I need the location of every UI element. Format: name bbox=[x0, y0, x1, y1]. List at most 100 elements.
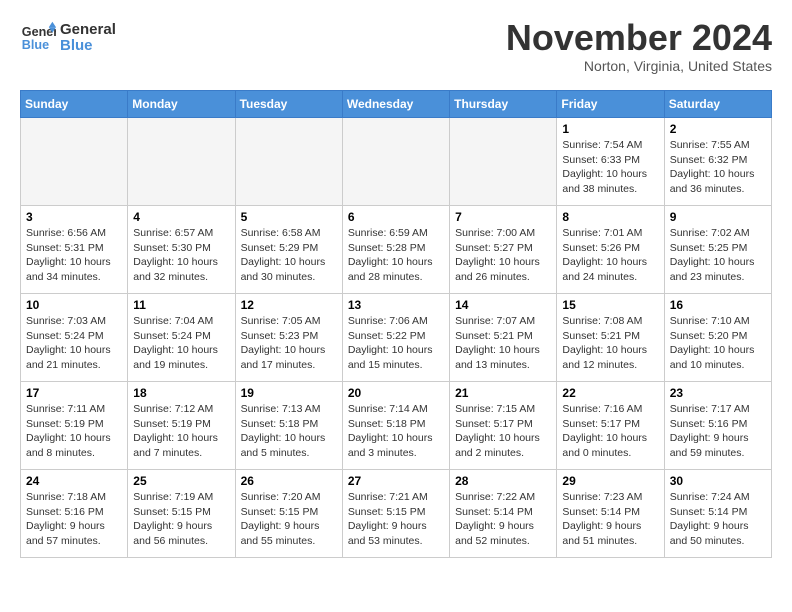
header-saturday: Saturday bbox=[664, 91, 771, 118]
day-info-w1-d3: Sunrise: 6:59 AM Sunset: 5:28 PM Dayligh… bbox=[348, 226, 444, 285]
page: General Blue General Blue November 2024 … bbox=[0, 0, 792, 568]
day-info-w3-d0: Sunrise: 7:11 AM Sunset: 5:19 PM Dayligh… bbox=[26, 402, 122, 461]
day-info-w4-d0: Sunrise: 7:18 AM Sunset: 5:16 PM Dayligh… bbox=[26, 490, 122, 549]
day-number-w4-d2: 26 bbox=[241, 474, 337, 488]
logo: General Blue General Blue bbox=[20, 20, 116, 56]
title-area: November 2024 Norton, Virginia, United S… bbox=[506, 20, 772, 74]
day-info-w3-d1: Sunrise: 7:12 AM Sunset: 5:19 PM Dayligh… bbox=[133, 402, 229, 461]
day-number-w3-d6: 23 bbox=[670, 386, 766, 400]
day-info-w2-d4: Sunrise: 7:07 AM Sunset: 5:21 PM Dayligh… bbox=[455, 314, 551, 373]
day-info-w3-d2: Sunrise: 7:13 AM Sunset: 5:18 PM Dayligh… bbox=[241, 402, 337, 461]
calendar-cell-w2-d0: 10 Sunrise: 7:03 AM Sunset: 5:24 PM Dayli… bbox=[21, 294, 128, 382]
day-info-w3-d6: Sunrise: 7:17 AM Sunset: 5:16 PM Dayligh… bbox=[670, 402, 766, 461]
day-number-w4-d3: 27 bbox=[348, 474, 444, 488]
calendar-cell-w3-d5: 22 Sunrise: 7:16 AM Sunset: 5:17 PM Dayli… bbox=[557, 382, 664, 470]
calendar-cell-w3-d6: 23 Sunrise: 7:17 AM Sunset: 5:16 PM Dayli… bbox=[664, 382, 771, 470]
day-info-w2-d0: Sunrise: 7:03 AM Sunset: 5:24 PM Dayligh… bbox=[26, 314, 122, 373]
day-number-w2-d4: 14 bbox=[455, 298, 551, 312]
calendar-cell-w4-d5: 29 Sunrise: 7:23 AM Sunset: 5:14 PM Dayli… bbox=[557, 470, 664, 558]
calendar-cell-w1-d6: 9 Sunrise: 7:02 AM Sunset: 5:25 PM Daylig… bbox=[664, 206, 771, 294]
day-number-w4-d5: 29 bbox=[562, 474, 658, 488]
day-info-w0-d5: Sunrise: 7:54 AM Sunset: 6:33 PM Dayligh… bbox=[562, 138, 658, 197]
calendar-cell-w1-d3: 6 Sunrise: 6:59 AM Sunset: 5:28 PM Daylig… bbox=[342, 206, 449, 294]
calendar-cell-w1-d5: 8Sunrise: 7:01 AM Sunset: 5:26 PM Daylig… bbox=[557, 206, 664, 294]
day-number-w1-d5: 8 bbox=[562, 210, 658, 224]
calendar-cell-w2-d2: 12Sunrise: 7:05 AM Sunset: 5:23 PM Dayli… bbox=[235, 294, 342, 382]
header-tuesday: Tuesday bbox=[235, 91, 342, 118]
day-number-w4-d6: 30 bbox=[670, 474, 766, 488]
day-number-w1-d4: 7 bbox=[455, 210, 551, 224]
day-number-w1-d3: 6 bbox=[348, 210, 444, 224]
month-title: November 2024 bbox=[506, 20, 772, 56]
day-info-w4-d3: Sunrise: 7:21 AM Sunset: 5:15 PM Dayligh… bbox=[348, 490, 444, 549]
calendar-cell-w0-d5: 1 Sunrise: 7:54 AM Sunset: 6:33 PM Daylig… bbox=[557, 118, 664, 206]
calendar-cell-w4-d6: 30 Sunrise: 7:24 AM Sunset: 5:14 PM Dayli… bbox=[664, 470, 771, 558]
day-info-w1-d1: Sunrise: 6:57 AM Sunset: 5:30 PM Dayligh… bbox=[133, 226, 229, 285]
calendar-cell-w0-d1 bbox=[128, 118, 235, 206]
calendar-cell-w0-d3 bbox=[342, 118, 449, 206]
week-row-3: 17Sunrise: 7:11 AM Sunset: 5:19 PM Dayli… bbox=[21, 382, 772, 470]
calendar-cell-w3-d4: 21 Sunrise: 7:15 AM Sunset: 5:17 PM Dayli… bbox=[450, 382, 557, 470]
week-row-0: 1 Sunrise: 7:54 AM Sunset: 6:33 PM Daylig… bbox=[21, 118, 772, 206]
calendar-cell-w4-d0: 24 Sunrise: 7:18 AM Sunset: 5:16 PM Dayli… bbox=[21, 470, 128, 558]
week-row-2: 10 Sunrise: 7:03 AM Sunset: 5:24 PM Dayli… bbox=[21, 294, 772, 382]
day-number-w3-d1: 18 bbox=[133, 386, 229, 400]
calendar-cell-w3-d0: 17Sunrise: 7:11 AM Sunset: 5:19 PM Dayli… bbox=[21, 382, 128, 470]
day-number-w3-d4: 21 bbox=[455, 386, 551, 400]
day-number-w1-d0: 3 bbox=[26, 210, 122, 224]
calendar-cell-w1-d1: 4 Sunrise: 6:57 AM Sunset: 5:30 PM Daylig… bbox=[128, 206, 235, 294]
calendar-cell-w2-d3: 13Sunrise: 7:06 AM Sunset: 5:22 PM Dayli… bbox=[342, 294, 449, 382]
calendar-cell-w2-d5: 15 Sunrise: 7:08 AM Sunset: 5:21 PM Dayli… bbox=[557, 294, 664, 382]
day-number-w2-d1: 11 bbox=[133, 298, 229, 312]
day-number-w2-d5: 15 bbox=[562, 298, 658, 312]
day-number-w2-d6: 16 bbox=[670, 298, 766, 312]
day-info-w3-d5: Sunrise: 7:16 AM Sunset: 5:17 PM Dayligh… bbox=[562, 402, 658, 461]
calendar-cell-w3-d3: 20Sunrise: 7:14 AM Sunset: 5:18 PM Dayli… bbox=[342, 382, 449, 470]
day-number-w2-d0: 10 bbox=[26, 298, 122, 312]
day-info-w1-d4: Sunrise: 7:00 AM Sunset: 5:27 PM Dayligh… bbox=[455, 226, 551, 285]
day-number-w3-d5: 22 bbox=[562, 386, 658, 400]
day-number-w0-d5: 1 bbox=[562, 122, 658, 136]
calendar-cell-w4-d3: 27 Sunrise: 7:21 AM Sunset: 5:15 PM Dayli… bbox=[342, 470, 449, 558]
calendar-cell-w0-d0 bbox=[21, 118, 128, 206]
svg-text:Blue: Blue bbox=[22, 38, 49, 52]
header-monday: Monday bbox=[128, 91, 235, 118]
logo-line1: General bbox=[60, 22, 116, 39]
day-info-w0-d6: Sunrise: 7:55 AM Sunset: 6:32 PM Dayligh… bbox=[670, 138, 766, 197]
day-number-w0-d6: 2 bbox=[670, 122, 766, 136]
day-info-w2-d1: Sunrise: 7:04 AM Sunset: 5:24 PM Dayligh… bbox=[133, 314, 229, 373]
calendar-cell-w4-d1: 25 Sunrise: 7:19 AM Sunset: 5:15 PM Dayli… bbox=[128, 470, 235, 558]
day-number-w2-d3: 13 bbox=[348, 298, 444, 312]
day-number-w4-d1: 25 bbox=[133, 474, 229, 488]
day-info-w2-d5: Sunrise: 7:08 AM Sunset: 5:21 PM Dayligh… bbox=[562, 314, 658, 373]
day-info-w3-d3: Sunrise: 7:14 AM Sunset: 5:18 PM Dayligh… bbox=[348, 402, 444, 461]
calendar-cell-w3-d2: 19 Sunrise: 7:13 AM Sunset: 5:18 PM Dayli… bbox=[235, 382, 342, 470]
calendar-cell-w1-d2: 5Sunrise: 6:58 AM Sunset: 5:29 PM Daylig… bbox=[235, 206, 342, 294]
day-info-w2-d2: Sunrise: 7:05 AM Sunset: 5:23 PM Dayligh… bbox=[241, 314, 337, 373]
day-info-w4-d1: Sunrise: 7:19 AM Sunset: 5:15 PM Dayligh… bbox=[133, 490, 229, 549]
day-info-w1-d2: Sunrise: 6:58 AM Sunset: 5:29 PM Dayligh… bbox=[241, 226, 337, 285]
calendar-cell-w0-d6: 2 Sunrise: 7:55 AM Sunset: 6:32 PM Daylig… bbox=[664, 118, 771, 206]
day-number-w4-d0: 24 bbox=[26, 474, 122, 488]
calendar-cell-w3-d1: 18 Sunrise: 7:12 AM Sunset: 5:19 PM Dayli… bbox=[128, 382, 235, 470]
header-sunday: Sunday bbox=[21, 91, 128, 118]
calendar-cell-w2-d1: 11 Sunrise: 7:04 AM Sunset: 5:24 PM Dayli… bbox=[128, 294, 235, 382]
day-info-w1-d0: Sunrise: 6:56 AM Sunset: 5:31 PM Dayligh… bbox=[26, 226, 122, 285]
day-info-w3-d4: Sunrise: 7:15 AM Sunset: 5:17 PM Dayligh… bbox=[455, 402, 551, 461]
calendar-cell-w4-d4: 28Sunrise: 7:22 AM Sunset: 5:14 PM Dayli… bbox=[450, 470, 557, 558]
day-info-w4-d5: Sunrise: 7:23 AM Sunset: 5:14 PM Dayligh… bbox=[562, 490, 658, 549]
calendar-header-row: Sunday Monday Tuesday Wednesday Thursday… bbox=[21, 91, 772, 118]
day-number-w4-d4: 28 bbox=[455, 474, 551, 488]
calendar-cell-w2-d6: 16Sunrise: 7:10 AM Sunset: 5:20 PM Dayli… bbox=[664, 294, 771, 382]
day-number-w3-d2: 19 bbox=[241, 386, 337, 400]
calendar: Sunday Monday Tuesday Wednesday Thursday… bbox=[20, 90, 772, 558]
location: Norton, Virginia, United States bbox=[506, 58, 772, 74]
day-info-w1-d6: Sunrise: 7:02 AM Sunset: 5:25 PM Dayligh… bbox=[670, 226, 766, 285]
logo-line2: Blue bbox=[60, 38, 116, 55]
day-info-w4-d6: Sunrise: 7:24 AM Sunset: 5:14 PM Dayligh… bbox=[670, 490, 766, 549]
day-number-w1-d1: 4 bbox=[133, 210, 229, 224]
day-number-w1-d6: 9 bbox=[670, 210, 766, 224]
header-thursday: Thursday bbox=[450, 91, 557, 118]
calendar-cell-w0-d4 bbox=[450, 118, 557, 206]
week-row-4: 24 Sunrise: 7:18 AM Sunset: 5:16 PM Dayli… bbox=[21, 470, 772, 558]
